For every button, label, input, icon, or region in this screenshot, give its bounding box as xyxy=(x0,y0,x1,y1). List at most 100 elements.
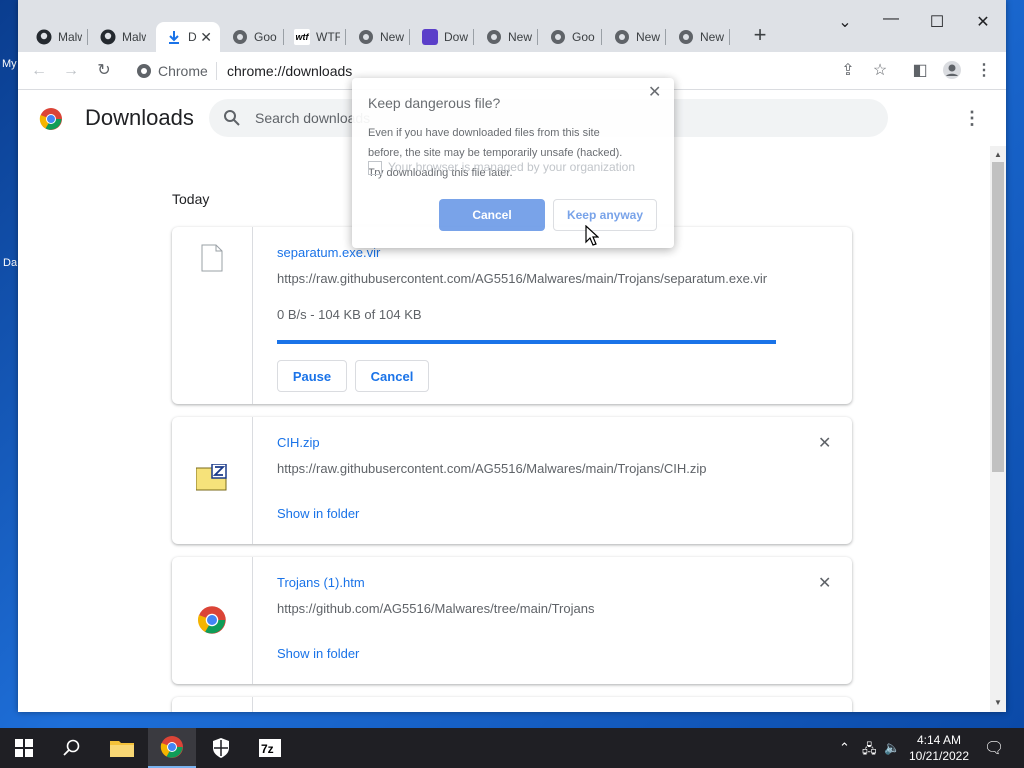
file-name[interactable]: Trojans (1).htm xyxy=(277,575,365,590)
shield-icon xyxy=(213,738,229,758)
dialog-cancel-button[interactable]: Cancel xyxy=(439,199,545,231)
file-name[interactable]: CIH.zip xyxy=(277,435,320,450)
tab[interactable]: New xyxy=(476,22,538,52)
share-icon[interactable]: ⇪ xyxy=(837,60,859,82)
keep-dangerous-dialog: Keep dangerous file? ✕ Even if you have … xyxy=(352,78,674,248)
download-status: 0 B/s - 104 KB of 104 KB xyxy=(277,307,422,322)
7zip-icon: 7z xyxy=(259,739,281,757)
more-actions-icon[interactable]: ⋮ xyxy=(962,107,982,129)
tab-title: Goo xyxy=(254,30,277,44)
file-explorer-button[interactable] xyxy=(98,728,146,768)
zip-file-icon xyxy=(196,464,227,491)
file-url[interactable]: https://raw.githubusercontent.com/AG5516… xyxy=(277,271,774,286)
tab-search-icon[interactable]: ⌄ xyxy=(833,12,857,32)
remove-icon[interactable]: ✕ xyxy=(818,573,831,593)
tab[interactable]: wtf WTF xyxy=(284,22,346,52)
taskbar: 7z ⌃ 🖧 🔈 4:14 AM 10/21/2022 🗨 xyxy=(0,728,1024,768)
page-title: Downloads xyxy=(85,105,194,130)
maximize-button[interactable]: ☐ xyxy=(925,12,949,32)
tab[interactable]: Malw xyxy=(26,22,88,52)
7zip-button[interactable]: 7z xyxy=(246,728,294,768)
tab[interactable]: Goo xyxy=(540,22,602,52)
tab[interactable]: Dow xyxy=(412,22,474,52)
tab-title: D xyxy=(188,30,197,44)
profile-icon[interactable] xyxy=(941,60,963,82)
chrome-icon xyxy=(614,29,630,45)
tab-title: New xyxy=(700,30,724,44)
tab-title: Malw xyxy=(122,30,146,44)
tab[interactable]: New xyxy=(668,22,730,52)
download-item xyxy=(172,697,852,712)
back-button[interactable]: ← xyxy=(28,60,50,82)
download-item: Trojans (1).htm ✕ https://github.com/AG5… xyxy=(172,557,852,684)
start-button[interactable] xyxy=(0,728,48,768)
chrome-icon xyxy=(232,29,248,45)
file-url[interactable]: https://raw.githubusercontent.com/AG5516… xyxy=(277,461,777,476)
menu-icon[interactable]: ⋮ xyxy=(973,60,995,82)
dialog-close-icon[interactable]: ✕ xyxy=(648,82,661,102)
tab-title: WTF xyxy=(316,30,340,44)
chrome-icon xyxy=(550,29,566,45)
tab-strip: Malw Malw D ✕ Goo wtf WTF New Dow New Go… xyxy=(18,0,1006,52)
site-chip-label: Chrome xyxy=(158,63,208,79)
volume-icon[interactable]: 🔈 xyxy=(884,740,900,756)
managed-icon xyxy=(368,161,382,175)
reload-button[interactable]: ↻ xyxy=(93,60,115,82)
search-icon xyxy=(224,110,240,126)
clock[interactable]: 4:14 AM 10/21/2022 xyxy=(906,732,972,764)
remove-icon[interactable]: ✕ xyxy=(818,433,831,453)
chevron-up-icon[interactable]: ⌃ xyxy=(839,740,850,756)
chrome-icon xyxy=(678,29,694,45)
chrome-icon xyxy=(160,736,183,758)
show-in-folder-link[interactable]: Show in folder xyxy=(277,506,359,521)
notifications-icon[interactable]: 🗨 xyxy=(984,738,1004,758)
download-item: separatum.exe.vir https://raw.githubuser… xyxy=(172,227,852,404)
show-in-folder-link[interactable]: Show in folder xyxy=(277,646,359,661)
bookmark-icon xyxy=(422,29,438,45)
clock-time: 4:14 AM xyxy=(916,733,962,747)
chrome-icon xyxy=(486,29,502,45)
progress-bar xyxy=(277,340,776,344)
minimize-button[interactable]: — xyxy=(879,10,903,28)
scrollbar[interactable]: ▲ ▼ xyxy=(990,146,1006,712)
managed-notice: Your browser is managed by your organiza… xyxy=(368,160,635,175)
close-icon[interactable]: ✕ xyxy=(200,29,212,46)
github-icon xyxy=(36,29,52,45)
windows-icon xyxy=(15,739,33,757)
new-tab-button[interactable]: + xyxy=(748,24,772,48)
file-icon xyxy=(201,244,223,272)
search-icon xyxy=(63,739,80,756)
keep-anyway-button[interactable]: Keep anyway xyxy=(553,199,657,231)
pause-button[interactable]: Pause xyxy=(277,360,347,392)
scroll-down-arrow[interactable]: ▼ xyxy=(990,696,1006,710)
scroll-up-arrow[interactable]: ▲ xyxy=(990,148,1006,162)
progress-fill xyxy=(277,340,776,344)
site-chip[interactable]: Chrome xyxy=(136,63,208,79)
tab[interactable]: Malw xyxy=(90,22,152,52)
cancel-download-button[interactable]: Cancel xyxy=(355,360,429,392)
tab-title: Goo xyxy=(572,30,595,44)
download-icon xyxy=(166,29,182,45)
tab[interactable]: New xyxy=(348,22,410,52)
tab-title: New xyxy=(508,30,532,44)
url-text[interactable]: chrome://downloads xyxy=(227,63,352,79)
dialog-body-line: Even if you have downloaded files from t… xyxy=(368,127,600,139)
security-button[interactable] xyxy=(197,728,245,768)
desktop-label: Da xyxy=(3,257,18,269)
forward-button[interactable]: → xyxy=(60,60,82,82)
network-icon[interactable]: 🖧 xyxy=(862,740,877,762)
tab-downloads[interactable]: D ✕ xyxy=(156,22,220,52)
folder-icon xyxy=(110,741,134,757)
file-url[interactable]: https://github.com/AG5516/Malwares/tree/… xyxy=(277,601,777,616)
dialog-title: Keep dangerous file? xyxy=(368,95,501,111)
tab[interactable]: Goo xyxy=(222,22,284,52)
chrome-taskbar-button[interactable] xyxy=(148,728,196,768)
close-window-button[interactable]: ✕ xyxy=(971,12,995,32)
scroll-thumb[interactable] xyxy=(992,162,1004,472)
side-panel-icon[interactable]: ◧ xyxy=(909,60,931,82)
tab[interactable]: New xyxy=(604,22,666,52)
bookmark-star-icon[interactable]: ☆ xyxy=(869,60,891,82)
mouse-cursor-icon xyxy=(585,225,599,246)
tab-title: Dow xyxy=(444,30,468,44)
search-button[interactable] xyxy=(48,728,96,768)
